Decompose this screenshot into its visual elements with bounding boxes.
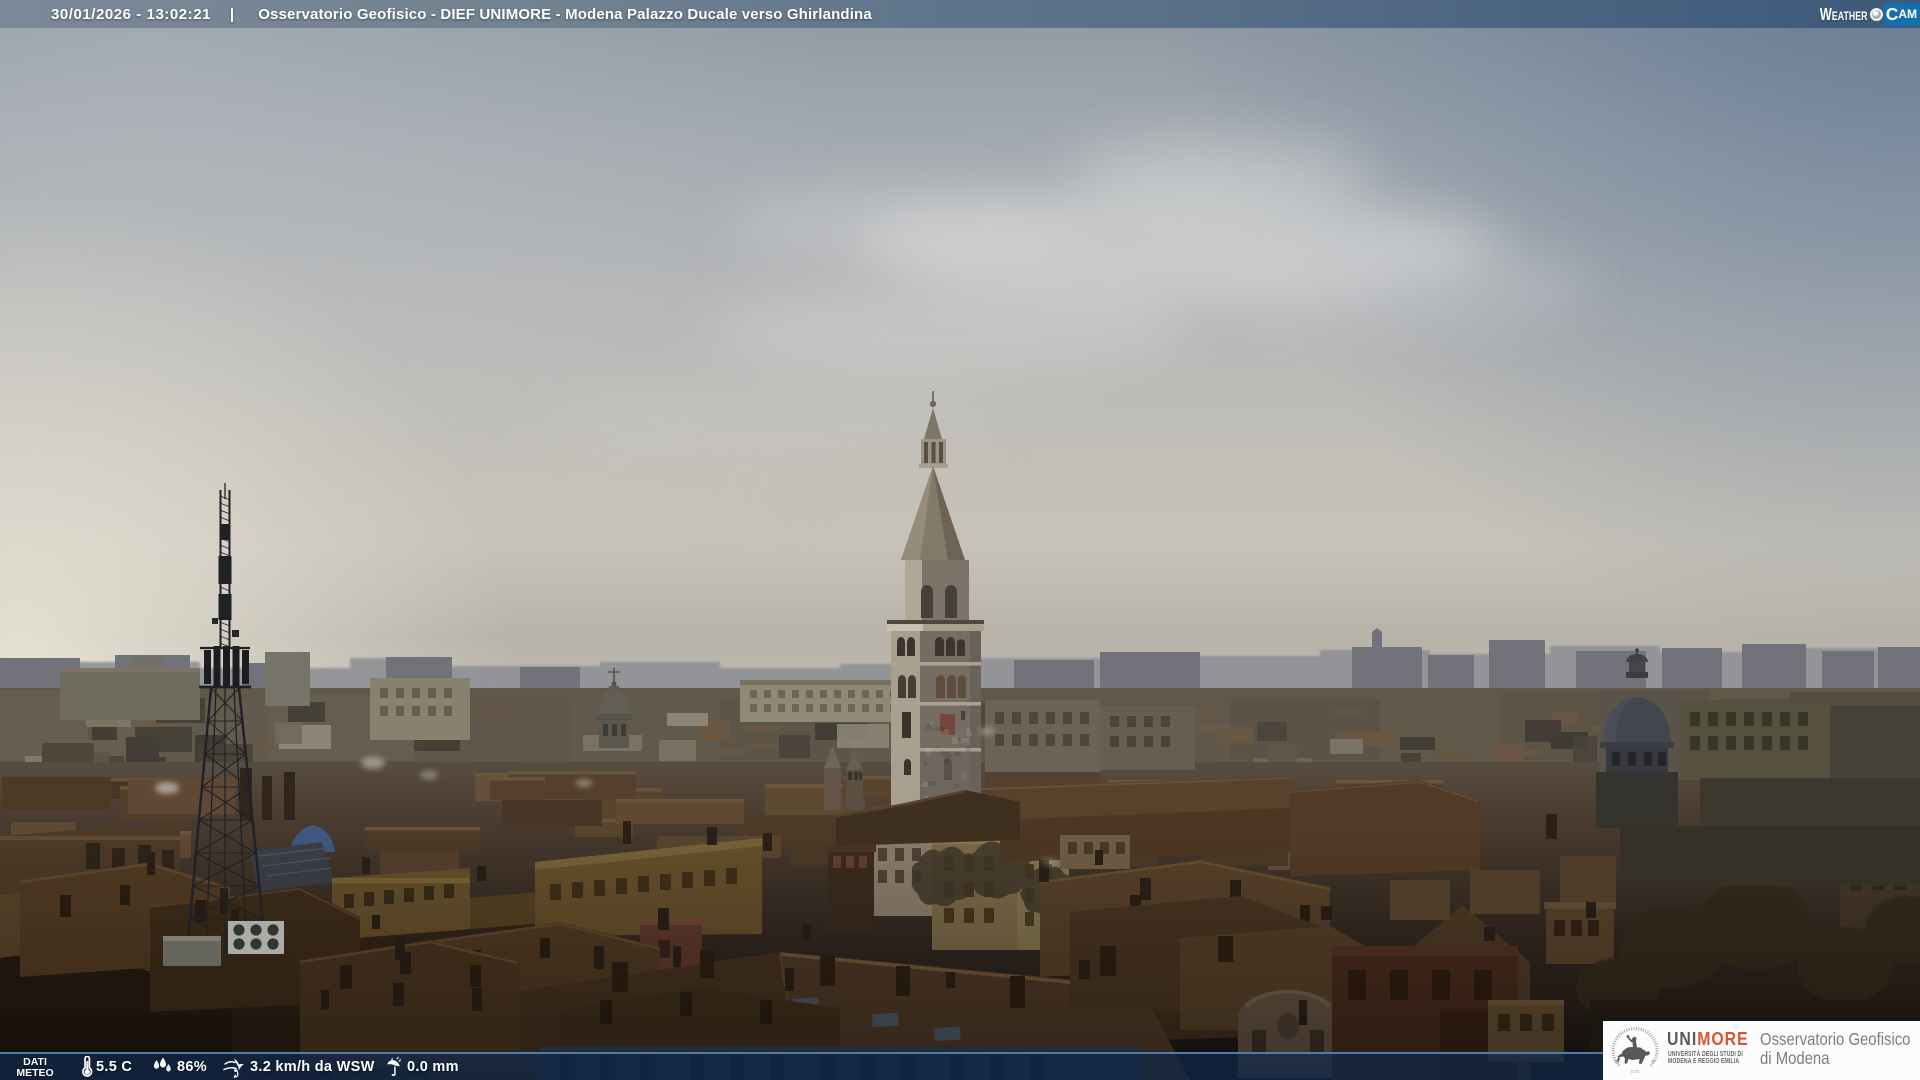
svg-text:1175: 1175: [1631, 1069, 1640, 1074]
